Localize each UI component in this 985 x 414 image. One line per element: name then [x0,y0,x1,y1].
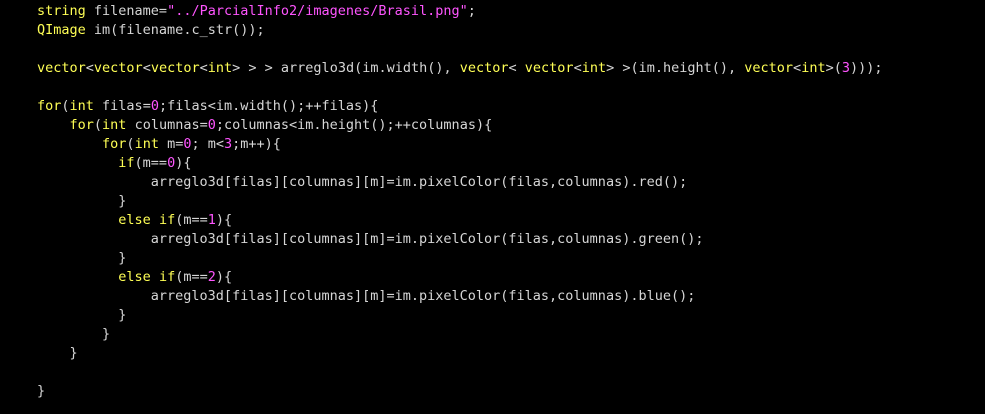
keyword: if [118,155,135,171]
keyword: if [158,269,176,285]
keyword: int [69,98,94,114]
number-literal: 1 [207,212,216,228]
keyword: else [118,269,151,285]
code-line: vector<vector<vector<int> > > arreglo3d(… [37,59,985,78]
keyword: for [102,136,127,152]
code-text: (m== [175,269,208,285]
code-line: arreglo3d[filas][columnas][m]=im.pixelCo… [37,230,985,249]
code-line: } [37,306,985,325]
keyword: vector [524,60,574,76]
code-line: for(int m=0; m<3;m++){ [37,135,985,154]
code-text: ( [126,136,135,152]
code-line: } [37,382,985,401]
code-text: > > > arreglo3d(im.width(), [232,60,460,76]
code-text: (m== [134,155,168,171]
code-text: } [37,383,46,399]
code-text: filas= [93,98,151,114]
code-line: } [37,249,985,268]
number-literal: 0 [207,117,216,133]
number-literal: 3 [224,136,233,152]
keyword: string [37,3,86,19]
code-text: ; m< [191,136,224,152]
code-text: arreglo3d[filas][columnas][m]=im.pixelCo… [37,174,688,190]
code-text: arreglo3d[filas][columnas][m]=im.pixelCo… [37,288,696,304]
code-text: ; [467,3,476,19]
code-text: } [37,250,127,266]
keyword: int [207,60,233,76]
code-text: (m== [175,212,208,228]
code-text: < [85,60,94,76]
code-line: for(int columnas=0;columnas<im.height();… [37,116,985,135]
keyword: int [801,60,826,76]
keyword: for [37,98,62,114]
number-literal: 3 [841,60,850,76]
keyword: QImage [37,22,86,38]
code-text: m= [158,136,184,152]
code-line: string filename="../ParcialInfo2/imagene… [37,2,985,21]
code-text: >( [825,60,842,76]
code-text: ( [93,117,103,133]
code-line: } [37,192,985,211]
keyword: if [158,212,176,228]
number-literal: 2 [207,269,216,285]
code-text: ;filas<im.width();++filas){ [158,98,379,114]
code-text: < [142,60,151,76]
code-text: ;m++){ [232,136,281,152]
keyword: vector [150,60,200,76]
keyword: for [69,117,94,133]
code-line: if(m==0){ [37,154,985,173]
keyword: int [102,117,127,133]
code-text: } [37,307,127,323]
code-line: } [37,325,985,344]
code-text: ){ [215,212,233,228]
code-text: columnas= [126,117,208,133]
keyword: else [118,212,151,228]
code-text: < [793,60,802,76]
number-literal: 0 [150,98,159,114]
code-text: ;columnas<im.height();++columnas){ [215,117,493,133]
code-text: filename= [85,3,168,19]
code-text: > >(im.height(), [606,60,745,76]
keyword: vector [744,60,794,76]
code-text: } [37,345,78,361]
code-text: < [573,60,582,76]
code-text: } [37,193,127,209]
code-line: else if(m==2){ [37,268,985,287]
keyword: vector [93,60,143,76]
code-line: arreglo3d[filas][columnas][m]=im.pixelCo… [37,287,985,306]
code-text: im(filename.c_str()); [85,22,265,38]
code-line: else if(m==1){ [37,211,985,230]
number-literal: 0 [167,155,176,171]
code-line: arreglo3d[filas][columnas][m]=im.pixelCo… [37,173,985,192]
string-literal: "../ParcialInfo2/imagenes/Brasil.png" [167,3,468,19]
code-text: } [37,326,111,342]
code-text: < [508,60,525,76]
code-text: arreglo3d[filas][columnas][m]=im.pixelCo… [37,231,704,247]
code-text: < [199,60,208,76]
code-text: ){ [215,269,233,285]
keyword: int [134,136,159,152]
code-text: ( [61,98,70,114]
code-line: for(int filas=0;filas<im.width();++filas… [37,97,985,116]
code-line: QImage im(filename.c_str()); [37,21,985,40]
code-text: ){ [175,155,192,171]
keyword: vector [459,60,509,76]
code-line: } [37,344,985,363]
keyword: vector [37,60,86,76]
code-editor[interactable]: string filename="../ParcialInfo2/imagene… [0,0,985,414]
keyword: int [581,60,607,76]
code-text: ))); [849,60,883,76]
